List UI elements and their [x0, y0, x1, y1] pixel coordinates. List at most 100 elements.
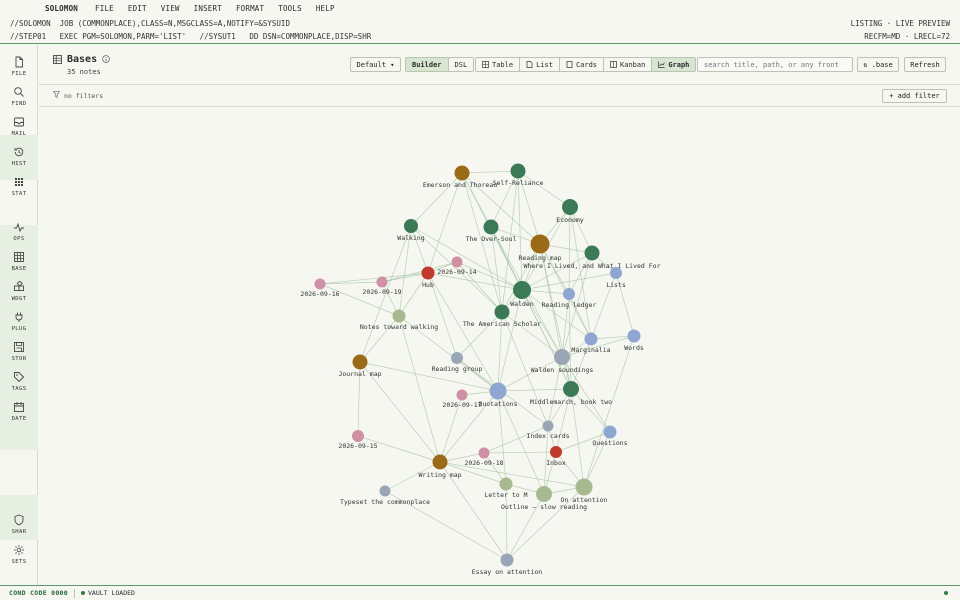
node-dot[interactable] — [627, 329, 641, 343]
node-dot[interactable] — [530, 234, 550, 254]
graph-node[interactable]: Middlemarch, book two — [530, 381, 612, 406]
tab-kanban[interactable]: Kanban — [604, 58, 653, 71]
node-dot[interactable] — [494, 304, 510, 320]
node-dot[interactable] — [379, 485, 391, 497]
graph-node[interactable]: Economy — [556, 199, 584, 224]
node-dot[interactable] — [499, 477, 513, 491]
node-dot[interactable] — [392, 309, 406, 323]
node-label: Walden — [510, 300, 534, 308]
node-dot[interactable] — [542, 420, 554, 432]
note-graph[interactable]: Emerson and ThoreauSelf-Reliance Economy W… — [39, 108, 960, 585]
node-dot[interactable] — [610, 267, 622, 279]
tab-cards[interactable]: Cards — [559, 58, 605, 71]
graph-node[interactable]: On attention — [561, 478, 608, 505]
node-dot[interactable] — [562, 199, 578, 215]
rail-item-ops[interactable]: OPS — [0, 216, 38, 246]
node-dot[interactable] — [376, 276, 388, 288]
rail-item-stor[interactable]: STOR — [0, 336, 38, 366]
menu-file[interactable]: FILE — [95, 4, 114, 13]
graph-node[interactable]: 2026-09-17 — [442, 389, 482, 410]
node-dot[interactable] — [513, 281, 531, 299]
search-input[interactable] — [697, 57, 853, 72]
base-file-button[interactable]: ⇅ .base — [857, 57, 899, 72]
node-dot[interactable] — [314, 278, 326, 290]
rail-item-wdgt[interactable]: WDGT — [0, 276, 38, 306]
graph-node[interactable]: Marginalia — [571, 332, 611, 355]
menu-edit[interactable]: EDIT — [128, 4, 147, 13]
node-dot[interactable] — [421, 266, 435, 280]
menu-format[interactable]: FORMAT — [236, 4, 264, 13]
node-dot[interactable] — [454, 165, 470, 181]
node-dot[interactable] — [584, 245, 600, 261]
graph-node[interactable]: Journal map — [338, 354, 382, 379]
shield-icon — [14, 514, 24, 526]
graph-node[interactable]: 2026-09-16 — [300, 278, 340, 299]
node-dot[interactable] — [554, 349, 570, 365]
node-dot[interactable] — [563, 381, 579, 397]
node-dot[interactable] — [536, 486, 552, 502]
menu-help[interactable]: HELP — [316, 4, 335, 13]
node-dot[interactable] — [483, 219, 499, 235]
rail-item-find[interactable]: FIND — [0, 81, 38, 111]
graph-node[interactable]: Walking — [397, 219, 425, 242]
tab-list[interactable]: List — [520, 58, 560, 71]
node-dot[interactable] — [603, 425, 617, 439]
rail-item-tags[interactable]: TAGS — [0, 366, 38, 396]
menu-tools[interactable]: TOOLS — [278, 4, 302, 13]
node-dot[interactable] — [489, 382, 507, 400]
rail-item-shar[interactable]: SHAR — [0, 509, 38, 539]
rail-item-mail[interactable]: MAIL — [0, 111, 38, 141]
node-dot[interactable] — [456, 389, 468, 401]
graph-node[interactable]: Words — [624, 329, 644, 353]
graph-node[interactable]: 2026-09-18 — [464, 447, 504, 468]
widget-icon — [14, 280, 24, 291]
graph-node[interactable]: Notes toward walking — [360, 309, 438, 332]
graph-node[interactable]: Quotations — [478, 382, 518, 409]
graph-node[interactable]: Emerson and Thoreau — [423, 165, 497, 190]
view-select[interactable]: Default ▾ — [350, 57, 401, 72]
graph-node[interactable]: Self-Reliance — [493, 163, 544, 188]
node-dot[interactable] — [478, 447, 490, 459]
rail-item-date[interactable]: DATE — [0, 396, 38, 426]
node-dot[interactable] — [563, 288, 575, 300]
node-dot[interactable] — [500, 553, 514, 567]
node-dot[interactable] — [352, 430, 364, 442]
rail-item-base[interactable]: BASE — [0, 246, 38, 276]
tab-dsl[interactable]: DSL — [448, 58, 474, 71]
graph-node[interactable]: Typeset the commonplace — [340, 485, 430, 507]
node-dot[interactable] — [575, 478, 593, 496]
tab-builder[interactable]: Builder — [406, 58, 449, 71]
node-label: The Over-Soul — [466, 235, 517, 243]
node-dot[interactable] — [352, 354, 368, 370]
graph-node[interactable]: The American Scholar — [463, 304, 541, 329]
node-dot[interactable] — [404, 219, 418, 233]
graph-node[interactable]: The Over-Soul — [466, 219, 517, 244]
node-dot[interactable] — [584, 332, 598, 346]
rail-item-file[interactable]: FILE — [0, 51, 38, 81]
graph-node[interactable]: 2026-09-14 — [437, 256, 477, 277]
tab-graph[interactable]: Graph — [652, 58, 696, 71]
refresh-button[interactable]: Refresh — [904, 57, 946, 72]
rail-item-hist[interactable]: HIST — [0, 141, 38, 171]
tab-table[interactable]: Table — [476, 58, 521, 71]
rail-item-stat[interactable]: STAT — [0, 171, 38, 201]
graph-node[interactable]: Reading group — [432, 352, 483, 373]
add-filter-button[interactable]: + add filter — [882, 89, 947, 103]
graph-node[interactable]: Essay on attention — [472, 553, 543, 577]
menu-insert[interactable]: INSERT — [194, 4, 222, 13]
graph-node[interactable]: Lists — [606, 267, 626, 289]
node-dot[interactable] — [550, 446, 562, 458]
rail-item-plug[interactable]: PLUG — [0, 306, 38, 336]
info-icon[interactable] — [102, 55, 110, 63]
node-dot[interactable] — [451, 352, 463, 364]
graph-node[interactable]: Hub — [421, 266, 435, 290]
node-dot[interactable] — [510, 163, 526, 179]
node-label: Walking — [397, 234, 424, 242]
node-dot[interactable] — [451, 256, 463, 268]
rail-item-sets[interactable]: SETS — [0, 539, 38, 569]
tab-label: List — [536, 60, 553, 69]
node-dot[interactable] — [432, 454, 448, 470]
grid-icon — [14, 251, 24, 262]
menu-view[interactable]: VIEW — [161, 4, 180, 13]
search-icon — [14, 86, 24, 97]
